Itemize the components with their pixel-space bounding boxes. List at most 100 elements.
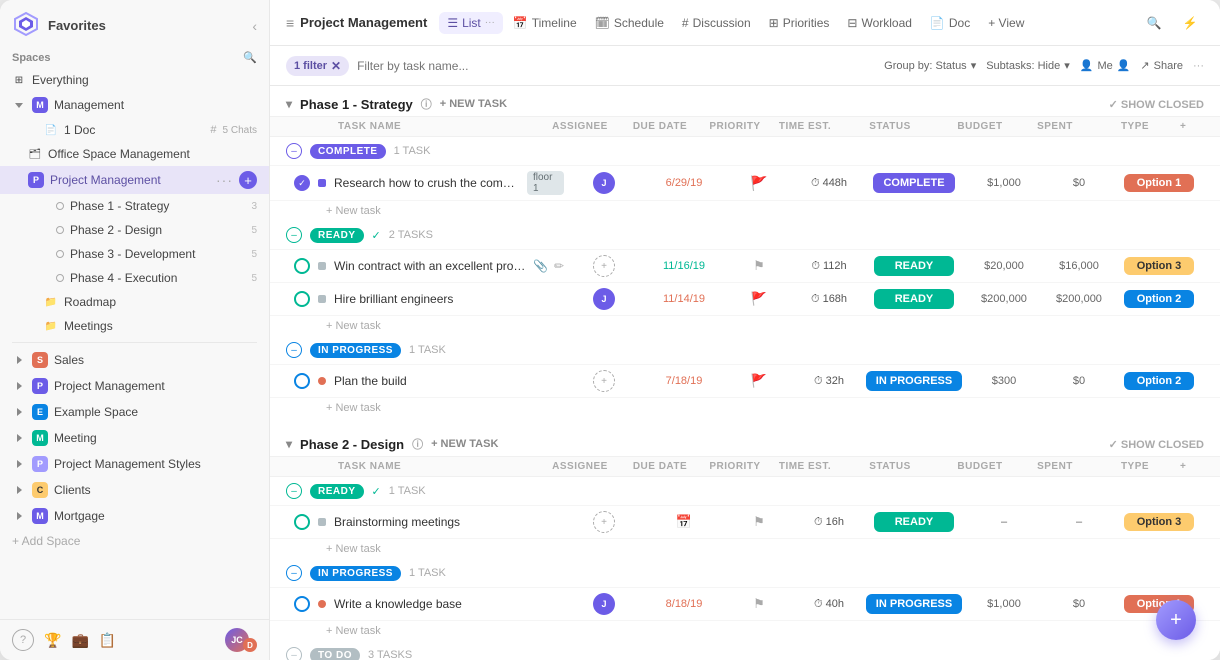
phase2-add-task[interactable]: + NEW TASK — [431, 438, 498, 450]
sidebar-item-everything[interactable]: ⊞ Everything — [0, 68, 269, 92]
tab-workload[interactable]: ⊟ Workload — [839, 12, 920, 34]
sidebar-item-example[interactable]: E Example Space — [0, 399, 269, 425]
sidebar-item-office[interactable]: 🗂 Office Space Management — [0, 142, 269, 166]
group-ready-badge: READY — [310, 228, 364, 243]
task-name-win: Win contract with an excellent proposal … — [334, 259, 564, 273]
tab-schedule[interactable]: 🗓 Schedule — [587, 12, 672, 34]
phase1-section: ▾ Phase 1 - Strategy ⓘ + NEW TASK ✓ SHOW… — [270, 86, 1220, 418]
sidebar-item-management[interactable]: M Management — [0, 92, 269, 118]
filter-clear-btn[interactable]: ✕ — [331, 59, 341, 73]
sidebar-item-meetings[interactable]: 📁 Meetings — [0, 314, 269, 338]
task-check-plan[interactable] — [286, 373, 318, 389]
task-budget-brain: – — [964, 516, 1044, 528]
more-options-btn[interactable]: ··· — [1193, 60, 1204, 72]
task-type-plan: Option 2 — [1114, 372, 1204, 390]
group-collapse-ip2[interactable]: – — [286, 565, 302, 581]
sidebar-item-phase3[interactable]: Phase 3 - Development 5 — [0, 242, 269, 266]
group-collapse-ready[interactable]: – — [286, 227, 302, 243]
group-collapse-complete[interactable]: – — [286, 143, 302, 159]
task-due-hire: 11/14/19 — [644, 293, 724, 305]
phase2-expand[interactable]: ▾ — [286, 437, 292, 451]
task-budget-wiki: $1,000 — [964, 598, 1044, 610]
pm-add-btn[interactable]: + — [239, 171, 257, 189]
check-empty5 — [294, 596, 310, 612]
task-dot-win — [318, 262, 326, 270]
circle-icon3 — [56, 250, 64, 258]
briefcase-icon[interactable]: 💼 — [71, 632, 88, 649]
tab-timeline[interactable]: 📅 Timeline — [505, 12, 585, 34]
spaces-search-icon[interactable]: 🔍 — [243, 51, 257, 64]
sidebar-item-phase2[interactable]: Phase 2 - Design 5 — [0, 218, 269, 242]
sidebar-item-phase4[interactable]: Phase 4 - Execution 5 — [0, 266, 269, 290]
lightning-btn[interactable]: ⚡ — [1176, 9, 1204, 37]
search-btn[interactable]: 🔍 — [1140, 9, 1168, 37]
group-by-chevron: ▾ — [971, 59, 977, 72]
phase1-expand[interactable]: ▾ — [286, 97, 292, 111]
new-task-wiki[interactable]: + New task — [270, 621, 1220, 641]
sidebar-item-clients[interactable]: C Clients — [0, 477, 269, 503]
new-task-research[interactable]: + New task — [270, 201, 1220, 221]
sidebar-header: Favorites ‹ — [0, 0, 269, 47]
group-ready2-badge: READY — [310, 484, 364, 499]
sidebar-collapse-btn[interactable]: ‹ — [252, 18, 257, 34]
edit-icon: ✏ — [554, 259, 564, 273]
task-spent-plan: $0 — [1044, 375, 1114, 387]
tab-doc[interactable]: 📄 Doc — [922, 12, 978, 34]
group-collapse-todo[interactable]: – — [286, 647, 302, 660]
trophy-icon[interactable]: 🏆 — [44, 632, 61, 649]
help-icon[interactable]: ? — [12, 629, 34, 651]
filter-input[interactable] — [357, 59, 876, 73]
priorities-icon: ⊞ — [769, 16, 779, 30]
sidebar-item-mortgage[interactable]: M Mortgage — [0, 503, 269, 529]
task-check-wiki[interactable] — [286, 596, 318, 612]
fab-add-btn[interactable]: + — [1156, 600, 1196, 640]
me-btn[interactable]: 👤 Me 👤 — [1080, 59, 1131, 72]
sidebar-item-doc[interactable]: 📄 1 Doc # 5 Chats — [0, 118, 269, 142]
sidebar-item-roadmap[interactable]: 📁 Roadmap — [0, 290, 269, 314]
sidebar-bottom: ? 🏆 💼 📋 JC D — [0, 619, 269, 660]
task-dot-wiki — [318, 600, 326, 608]
tab-discussion[interactable]: # Discussion — [674, 12, 759, 34]
task-type-research: Option 1 — [1114, 174, 1204, 192]
group-collapse-ready2[interactable]: – — [286, 483, 302, 499]
new-task-ready[interactable]: + New task — [270, 316, 1220, 336]
calendar-icon[interactable]: 📋 — [99, 632, 116, 649]
subtasks-btn[interactable]: Subtasks: Hide ▾ — [986, 59, 1070, 72]
user-icon: 👤 — [1080, 59, 1094, 72]
sidebar-item-phase1[interactable]: Phase 1 - Strategy 3 — [0, 194, 269, 218]
sidebar-item-pm-styles[interactable]: P Project Management Styles — [0, 451, 269, 477]
add-space-btn[interactable]: + Add Space — [0, 529, 269, 553]
tab-add-view[interactable]: + View — [980, 12, 1032, 34]
sidebar-item-project-mgmt[interactable]: P Project Management ··· + — [0, 166, 269, 194]
group-by-btn[interactable]: Group by: Status ▾ — [884, 59, 976, 72]
avatar-j: J — [593, 172, 615, 194]
sidebar-item-project-mgmt2[interactable]: P Project Management — [0, 373, 269, 399]
task-type-brain: Option 3 — [1114, 513, 1204, 531]
sidebar-item-meeting[interactable]: M Meeting — [0, 425, 269, 451]
meeting-badge: M — [32, 430, 48, 446]
user-sub-badge: D — [243, 638, 257, 652]
breadcrumb: ≡ Project Management — [286, 15, 427, 31]
phase2-show-closed[interactable]: ✓ SHOW CLOSED — [1109, 438, 1204, 451]
group-inprogress-phase1: – IN PROGRESS 1 TASK — [270, 336, 1220, 365]
tab-list[interactable]: ☰ List ··· — [439, 12, 502, 34]
table-row: Write a knowledge base J 8/18/19 ⚑ ⏱ 40h — [270, 588, 1220, 621]
new-task-ip[interactable]: + New task — [270, 398, 1220, 418]
doc-icon: 📄 — [44, 123, 58, 137]
new-task-brain[interactable]: + New task — [270, 539, 1220, 559]
pm-options[interactable]: ··· — [216, 172, 233, 188]
group-collapse-ip[interactable]: – — [286, 342, 302, 358]
share-btn[interactable]: ↗ Share — [1140, 59, 1183, 72]
chevron-right-meeting — [12, 431, 26, 445]
table-row: Win contract with an excellent proposal … — [270, 250, 1220, 283]
task-check-win[interactable] — [286, 258, 318, 274]
phase1-add-task[interactable]: + NEW TASK — [440, 98, 507, 110]
task-check-hire[interactable] — [286, 291, 318, 307]
phase1-show-closed[interactable]: ✓ SHOW CLOSED — [1109, 98, 1204, 111]
workload-icon: ⊟ — [847, 16, 857, 30]
task-check-brain[interactable] — [286, 514, 318, 530]
tab-priorities[interactable]: ⊞ Priorities — [761, 12, 838, 34]
task-check-research[interactable]: ✓ — [286, 175, 318, 191]
sidebar-item-sales[interactable]: S Sales — [0, 347, 269, 373]
task-status-wiki: IN PROGRESS — [864, 594, 964, 614]
